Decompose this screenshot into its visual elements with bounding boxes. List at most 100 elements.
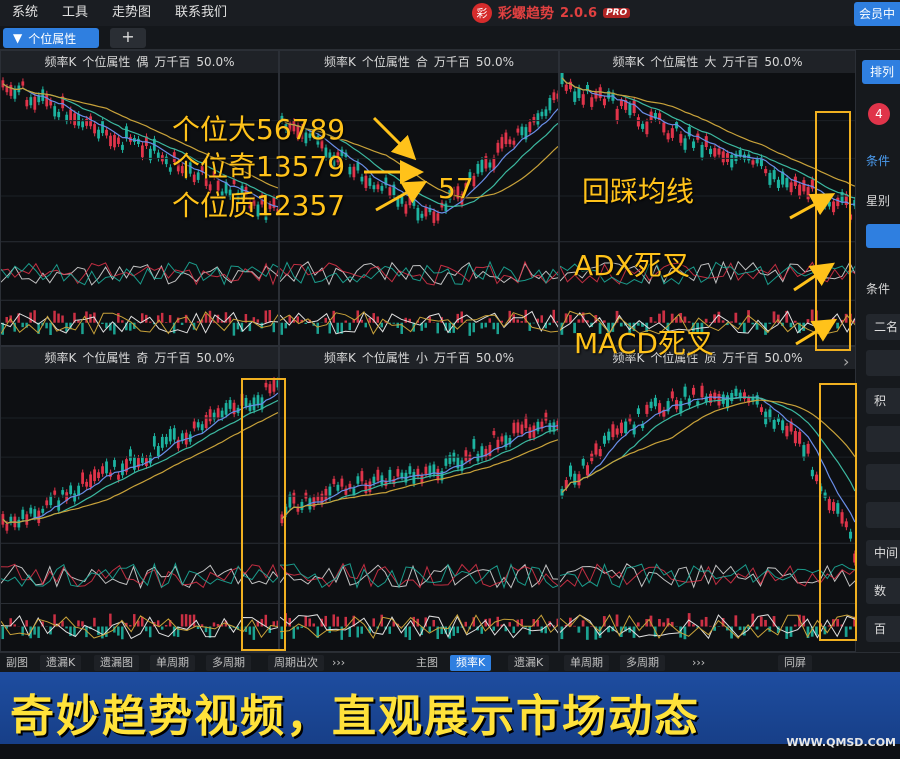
multi-period-main-button[interactable]: 多周期 [620, 655, 665, 671]
menu-system[interactable]: 系统 [0, 0, 50, 26]
macd-bar [372, 618, 375, 627]
condition-box-2[interactable] [866, 350, 900, 376]
macd-bar [184, 614, 188, 627]
condition-box-4[interactable] [866, 426, 900, 452]
condition-box-1[interactable]: 二名 [866, 314, 900, 340]
chart-panel-prime[interactable]: 频率K 个位属性质万千百 50.0% [559, 346, 856, 652]
highlight-box-prime [819, 383, 857, 641]
app-window: 系统 工具 走势图 联系我们 彩 彩螺趋势 2.0.6 PRO 会员中 ▼ 个位… [0, 0, 900, 759]
menu-trend-chart[interactable]: 走势图 [100, 0, 163, 26]
macd-bar [662, 310, 666, 323]
candlestick-chart [280, 409, 558, 640]
more-right-icon[interactable]: ››› [692, 655, 705, 671]
macd-bar [296, 626, 299, 630]
macd-bar [492, 626, 495, 631]
more-left-icon[interactable]: ››› [332, 655, 345, 671]
macd-bar [717, 311, 721, 323]
macd-bar [806, 319, 810, 323]
condition-box-8[interactable]: 数 [866, 578, 900, 604]
missing-k-button[interactable]: 遗漏K [40, 655, 82, 671]
macd-bar [356, 626, 359, 638]
app-title: 彩 彩螺趋势 2.0.6 PRO [472, 3, 631, 23]
condition-box-5[interactable] [866, 464, 900, 490]
macd-bar [658, 618, 661, 627]
macd-bar [168, 315, 172, 323]
member-button[interactable]: 会员中 [854, 2, 900, 26]
macd-bar [456, 313, 459, 323]
macd-bar [692, 624, 695, 627]
chart-panel-small[interactable]: 频率K 个位属性小万千百 50.0% [279, 346, 559, 652]
macd-bar [793, 624, 797, 627]
menu-bar: 系统 工具 走势图 联系我们 彩 彩螺趋势 2.0.6 PRO 会员中 [0, 0, 900, 26]
moving-average-line [281, 439, 558, 520]
macd-bar [768, 322, 772, 324]
tab-label: 个位属性 [28, 31, 77, 46]
macd-bar [304, 616, 307, 627]
macd-bar [615, 614, 619, 627]
frequency-k-button[interactable]: 频率K [450, 655, 492, 671]
missing-k-main-button[interactable]: 遗漏K [508, 655, 550, 671]
macd-bar [360, 319, 363, 323]
chart-panel-odd[interactable]: 频率K 个位属性奇万千百 50.0% [0, 346, 279, 652]
condition-box-9[interactable]: 百 [866, 616, 900, 642]
macd-bar [700, 619, 704, 627]
macd-bar [73, 626, 76, 637]
macd-bar [196, 321, 200, 323]
panel-title: 频率K 个位属性小万千百 50.0% [280, 347, 558, 369]
macd-bar [408, 626, 411, 640]
macd-bar [789, 322, 793, 328]
annotation-57: 57 [438, 172, 474, 205]
candlestick-chart [1, 376, 278, 640]
indicator-line [1, 264, 278, 286]
macd-bar [33, 626, 36, 635]
macd-bar [738, 626, 742, 631]
macd-bar [284, 322, 287, 329]
macd-bar [21, 322, 24, 328]
macd-bar [212, 622, 216, 627]
condition-box-3[interactable]: 积 [866, 388, 900, 414]
moving-average-line [561, 396, 855, 493]
macd-bar [316, 322, 319, 334]
conditions-tab[interactable]: 条件 [866, 152, 890, 169]
macd-bar [77, 620, 80, 627]
macd-bar [560, 626, 564, 640]
condition-box-6[interactable] [866, 502, 900, 528]
menu-tools[interactable]: 工具 [50, 0, 100, 26]
macd-bar [49, 322, 52, 335]
condition-box-7[interactable]: 中间 [866, 540, 900, 566]
menu-contact[interactable]: 联系我们 [163, 0, 239, 26]
macd-bar [312, 623, 315, 627]
macd-bar [97, 626, 100, 635]
macd-bar [81, 322, 84, 335]
macd-bar [232, 322, 236, 336]
macd-bar [180, 322, 184, 325]
macd-bar [101, 322, 104, 324]
macd-bar [340, 626, 343, 640]
candles [560, 382, 855, 566]
macd-bar [121, 320, 124, 323]
panel-title: 频率K 个位属性偶万千百 50.0% [1, 51, 278, 73]
macd-bar [324, 317, 327, 323]
multi-period-button[interactable]: 多周期 [206, 655, 251, 671]
condition-label: 条件 [866, 282, 891, 296]
macd-bar [336, 616, 339, 627]
macd-bar [148, 626, 152, 638]
candles [280, 409, 558, 527]
add-tab-button[interactable]: + [110, 28, 146, 48]
macd-bar [164, 624, 168, 627]
missing-chart-button[interactable]: 遗漏图 [94, 655, 139, 671]
same-screen-button[interactable]: 同屏 [778, 655, 812, 671]
single-period-button[interactable]: 单周期 [150, 655, 195, 671]
star-select[interactable] [866, 224, 900, 248]
macd-bar [256, 319, 260, 323]
collapse-arrow-icon[interactable]: › [843, 352, 849, 371]
sort-button[interactable]: 排列 [862, 60, 900, 84]
macd-bar [164, 322, 168, 323]
tab-ones-attribute[interactable]: ▼ 个位属性 [3, 28, 99, 48]
footer-strip [0, 744, 900, 759]
macd-bar [464, 621, 467, 627]
period-count-button[interactable]: 周期出次 [268, 655, 324, 671]
macd-bar [121, 626, 124, 640]
macd-bar [360, 626, 363, 634]
single-period-main-button[interactable]: 单周期 [564, 655, 609, 671]
